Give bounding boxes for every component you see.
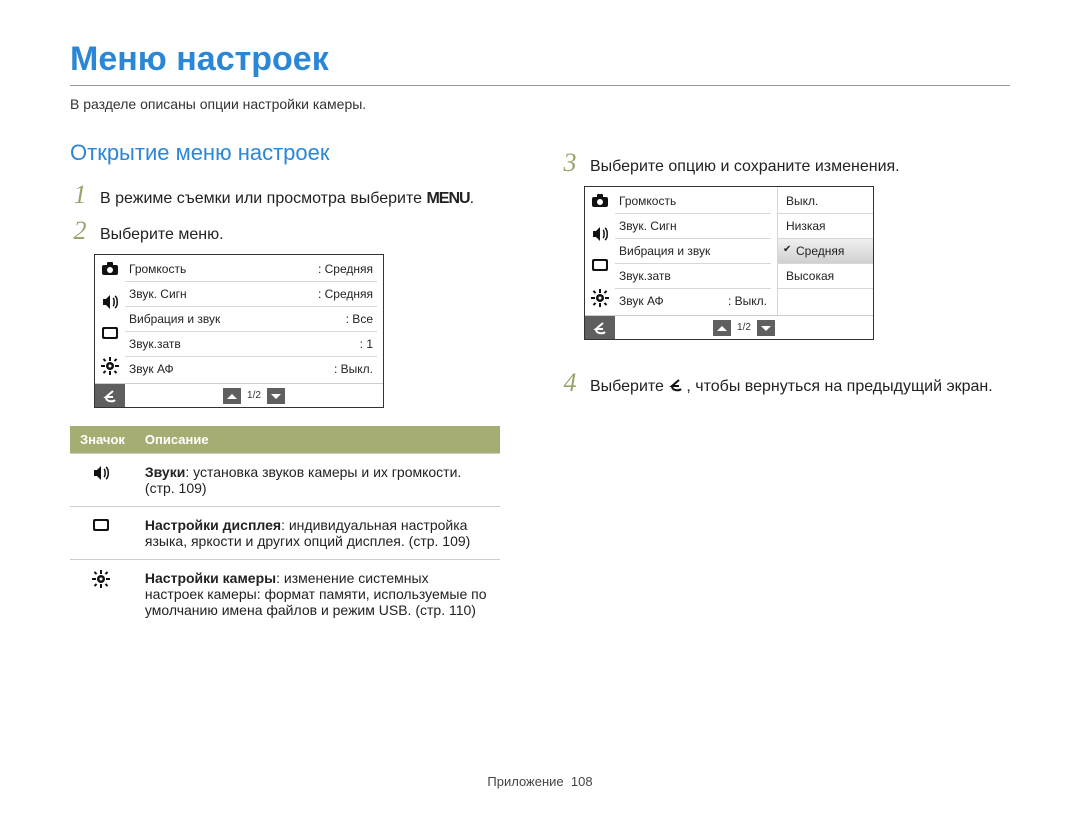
table-header-desc: Описание — [135, 426, 500, 454]
list-item: Звук АФ : Выкл. — [125, 357, 377, 381]
list-item-label: Звук. Сигн — [129, 287, 187, 301]
list-item: Звук.затв — [615, 264, 771, 289]
table-row-text: : установка звуков камеры и их громкости… — [145, 464, 461, 496]
back-button[interactable] — [95, 384, 125, 407]
step-number: 2 — [70, 218, 90, 244]
display-icon — [591, 257, 609, 275]
list-item-label: Громкость — [619, 194, 676, 208]
pager: 1/2 — [615, 320, 873, 336]
list-item-value: : 1 — [360, 337, 373, 351]
table-header-icon: Значок — [70, 426, 135, 454]
pager: 1/2 — [125, 388, 383, 404]
step-number: 4 — [560, 370, 580, 396]
list-item: Звук. Сигн : Средняя — [125, 282, 377, 307]
list-item: Громкость — [615, 189, 771, 214]
menu-glyph: MENU — [426, 190, 469, 207]
list-item: Звук. Сигн — [615, 214, 771, 239]
step-2: 2 Выберите меню. — [70, 218, 520, 244]
option-item[interactable]: Низкая — [778, 214, 873, 239]
back-icon — [668, 377, 686, 396]
table-row-title: Настройки камеры — [145, 570, 276, 586]
table-row-title: Звуки — [145, 464, 185, 480]
pager-label: 1/2 — [737, 322, 751, 333]
list-item-value: : Все — [346, 312, 373, 326]
step-3-text: Выберите опцию и сохраните изменения. — [590, 158, 1010, 176]
step-2-text: Выберите меню. — [100, 226, 520, 244]
list-item-label: Звук АФ — [619, 294, 664, 308]
camera-icon — [591, 193, 609, 211]
step-text: В режиме съемки или просмотра выберите M… — [100, 190, 520, 208]
table-row-title: Настройки дисплея — [145, 517, 281, 533]
step-4: 4 Выберите , чтобы вернуться на предыдущ… — [560, 370, 1010, 396]
list-item-value: : Средняя — [318, 262, 373, 276]
list-item-label: Звук.затв — [619, 269, 671, 283]
page-title: Меню настроек — [70, 40, 1010, 79]
option-item[interactable]: Выкл. — [778, 189, 873, 214]
list-item-label: Звук.затв — [129, 337, 181, 351]
page-up-button[interactable] — [223, 388, 241, 404]
footer-section: Приложение — [487, 774, 563, 789]
page-footer: Приложение 108 — [0, 774, 1080, 789]
step-4-text: Выберите , чтобы вернуться на предыдущий… — [590, 377, 1010, 396]
page-down-button[interactable] — [757, 320, 775, 336]
list-item-label: Громкость — [129, 262, 186, 276]
list-item: Громкость : Средняя — [125, 257, 377, 282]
step-number: 1 — [70, 182, 90, 208]
camera-icon — [101, 261, 119, 279]
display-icon — [101, 325, 119, 343]
icon-description-table: Значок Описание Звуки: установка звуков … — [70, 426, 500, 628]
step-4-text-a: Выберите — [590, 378, 668, 395]
page-up-button[interactable] — [713, 320, 731, 336]
gear-icon — [92, 570, 112, 593]
display-icon — [92, 517, 112, 540]
table-row: Звуки: установка звуков камеры и их гром… — [70, 454, 500, 507]
speaker-icon — [591, 225, 609, 243]
list-item-label: Вибрация и звук — [129, 312, 220, 326]
option-item[interactable]: Высокая — [778, 264, 873, 289]
camera-screen-menu: Громкость : Средняя Звук. Сигн : Средняя… — [94, 254, 384, 408]
step-1-text: В режиме съемки или просмотра выберите — [100, 190, 426, 207]
speaker-icon — [101, 293, 119, 311]
table-row: Настройки камеры: изменение системных на… — [70, 560, 500, 629]
list-item: Звук.затв : 1 — [125, 332, 377, 357]
page-down-button[interactable] — [267, 388, 285, 404]
list-item: Звук АФ : Выкл. — [615, 289, 771, 313]
list-item-value: : Выкл. — [728, 294, 767, 308]
list-item-label: Звук АФ — [129, 362, 174, 376]
list-item-value: : Выкл. — [334, 362, 373, 376]
list-item-label: Вибрация и звук — [619, 244, 710, 258]
gear-icon — [101, 357, 119, 375]
step-1: 1 В режиме съемки или просмотра выберите… — [70, 182, 520, 208]
camera-screen-option: Громкость Звук. Сигн Вибрация и звук Зву… — [584, 186, 874, 340]
list-item: Вибрация и звук — [615, 239, 771, 264]
step-4-text-b: , чтобы вернуться на предыдущий экран. — [686, 378, 992, 395]
speaker-icon — [92, 464, 112, 487]
list-item-label: Звук. Сигн — [619, 219, 677, 233]
title-rule — [70, 85, 1010, 86]
list-item-value: : Средняя — [318, 287, 373, 301]
step-number: 3 — [560, 150, 580, 176]
page-subtitle: В разделе описаны опции настройки камеры… — [70, 96, 1010, 112]
gear-icon — [591, 289, 609, 307]
pager-label: 1/2 — [247, 390, 261, 401]
footer-page-number: 108 — [571, 774, 593, 789]
step-3: 3 Выберите опцию и сохраните изменения. — [560, 150, 1010, 176]
section-heading: Открытие меню настроек — [70, 140, 520, 166]
back-button[interactable] — [585, 316, 615, 339]
list-item: Вибрация и звук : Все — [125, 307, 377, 332]
table-row: Настройки дисплея: индивидуальная настро… — [70, 507, 500, 560]
option-item-selected[interactable]: Средняя — [778, 239, 873, 264]
